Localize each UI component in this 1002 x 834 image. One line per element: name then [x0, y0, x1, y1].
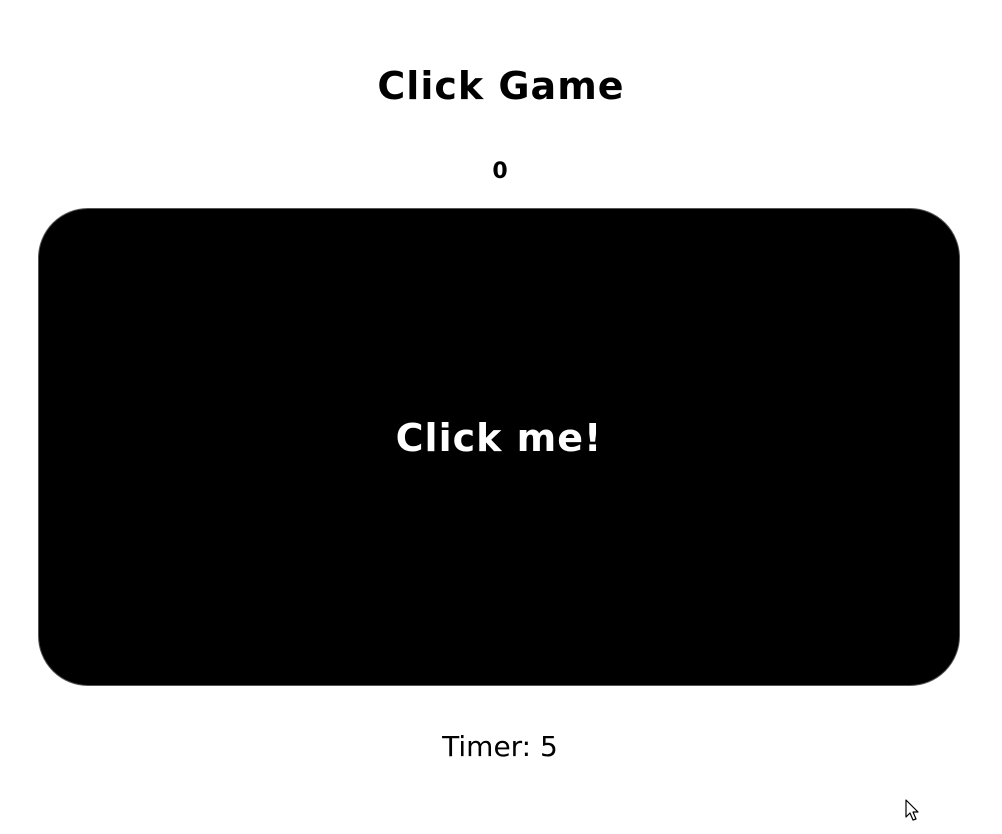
game-title: Click Game [377, 64, 625, 108]
click-me-button[interactable]: Click me! [38, 208, 960, 686]
click-me-label: Click me! [395, 416, 603, 460]
timer-label: Timer: [442, 730, 532, 763]
game-page: Click Game 0 Click me! Timer: 5 [0, 0, 1002, 834]
score-display: 0 [492, 159, 508, 184]
timer-display: Timer: 5 [0, 730, 1000, 764]
timer-value: 5 [540, 730, 558, 763]
mouse-pointer-icon [905, 799, 919, 821]
